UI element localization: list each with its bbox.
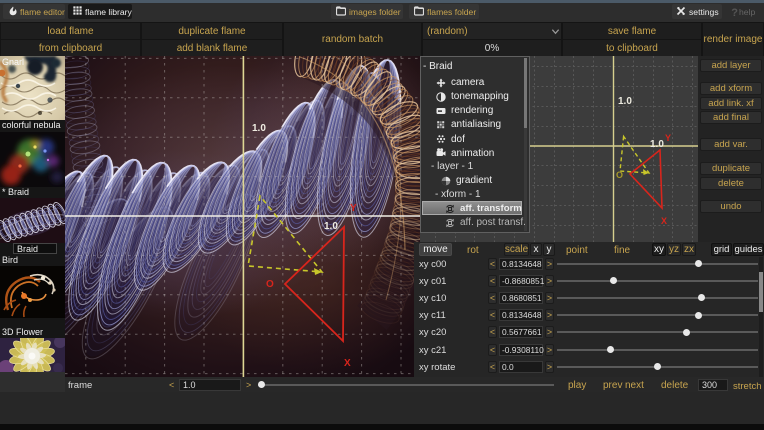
svg-text:O: O	[266, 279, 274, 290]
svg-text:Y: Y	[665, 133, 671, 143]
svg-text:1.0: 1.0	[324, 221, 338, 232]
svg-text:Gnarl: Gnarl	[2, 57, 24, 67]
svg-text:1.0: 1.0	[618, 96, 632, 107]
svg-text:X: X	[661, 216, 667, 226]
svg-text:1.0: 1.0	[252, 123, 266, 134]
svg-text:Y: Y	[350, 203, 357, 214]
svg-text:1.0: 1.0	[650, 139, 664, 150]
svg-text:?: ?	[731, 7, 738, 17]
svg-text:O: O	[616, 170, 623, 180]
svg-text:X: X	[344, 358, 351, 369]
